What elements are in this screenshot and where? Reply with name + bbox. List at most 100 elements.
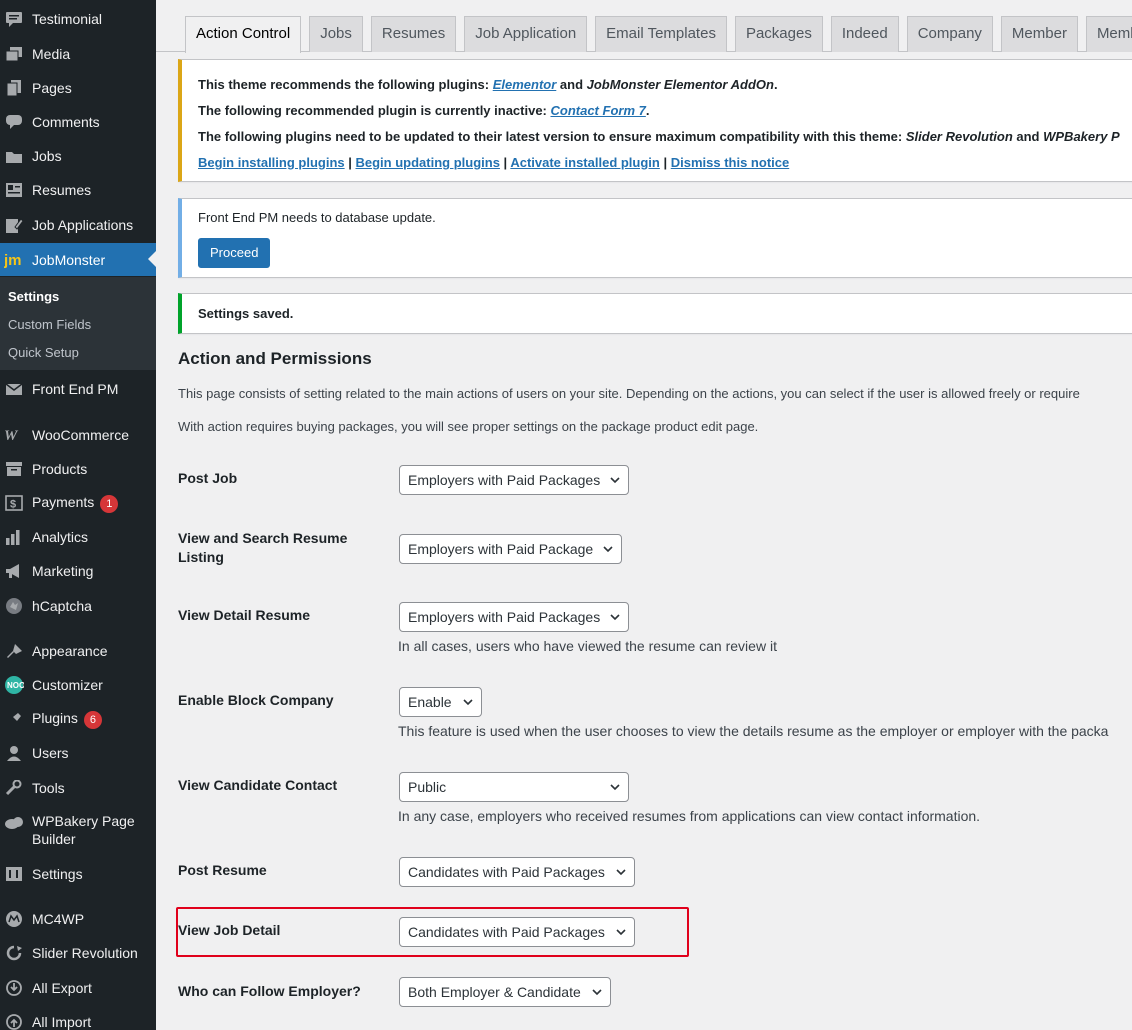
menu-label: Media xyxy=(32,46,71,62)
menu-label: JobMonster xyxy=(32,251,106,268)
settings-icon xyxy=(4,865,24,883)
menu-item-analytics[interactable]: Analytics xyxy=(0,522,156,552)
menu-item-pages[interactable]: Pages xyxy=(0,73,156,103)
menu-label: Products xyxy=(32,461,88,477)
tab-action-control[interactable]: Action Control xyxy=(185,16,302,53)
submenu-item-custom-fields[interactable]: Custom Fields xyxy=(8,317,91,332)
menu-item-customizer[interactable]: NOO Customizer xyxy=(0,670,156,700)
menu-label: Jobs xyxy=(32,148,62,164)
tab-packages[interactable]: Packages xyxy=(734,16,823,52)
menu-label: Tools xyxy=(32,780,65,796)
products-icon xyxy=(4,460,24,478)
payments-count-badge: 1 xyxy=(100,494,119,513)
submenu-item-settings[interactable]: Settings xyxy=(8,289,59,304)
contact-form-7-link[interactable]: Contact Form 7 xyxy=(551,103,646,118)
wpbakery-icon xyxy=(4,814,24,832)
proceed-button[interactable]: Proceed xyxy=(198,238,271,268)
jobmonster-logo-icon: jm xyxy=(4,251,24,269)
begin-updating-plugins-link[interactable]: Begin updating plugins xyxy=(356,155,500,170)
elementor-link[interactable]: Elementor xyxy=(493,77,557,92)
menu-item-woocommerce[interactable]: W WooCommerce xyxy=(0,420,156,450)
select-value: Employers with Paid Package xyxy=(408,541,594,557)
menu-item-plugins[interactable]: Plugins 6 xyxy=(0,704,156,734)
chevron-down-icon xyxy=(463,699,473,706)
view-candidate-contact-select[interactable]: Public xyxy=(399,772,629,802)
menu-item-slider-revolution[interactable]: Slider Revolution xyxy=(0,938,156,968)
enable-block-company-select[interactable]: Enable xyxy=(399,687,482,717)
marketing-icon xyxy=(4,562,24,580)
section-description: This page consists of setting related to… xyxy=(178,386,1080,401)
enable-block-company-label: Enable Block Company xyxy=(178,692,334,708)
begin-installing-plugins-link[interactable]: Begin installing plugins xyxy=(198,155,345,170)
tools-icon xyxy=(4,779,24,797)
menu-item-payments[interactable]: $ Payments 1 xyxy=(0,488,156,518)
follow-employer-select[interactable]: Both Employer & Candidate xyxy=(399,977,611,1007)
fepm-notice-text: Front End PM needs to database update. xyxy=(198,210,436,225)
plugins-icon xyxy=(4,710,24,728)
slider-revolution-icon xyxy=(4,944,24,962)
menu-item-wpbakery[interactable]: WPBakery Page Builder xyxy=(0,810,156,850)
menu-item-appearance[interactable]: Appearance xyxy=(0,636,156,666)
menu-item-tools[interactable]: Tools xyxy=(0,773,156,803)
menu-label: Marketing xyxy=(32,563,94,579)
activate-installed-plugin-link[interactable]: Activate installed plugin xyxy=(510,155,660,170)
notice-line-inactive: The following recommended plugin is curr… xyxy=(198,103,650,118)
select-value: Employers with Paid Packages xyxy=(408,609,601,625)
menu-item-hcaptcha[interactable]: hCaptcha xyxy=(0,591,156,621)
menu-item-front-end-pm[interactable]: Front End PM xyxy=(0,374,156,404)
menu-label: Pages xyxy=(32,80,72,96)
menu-item-testimonial[interactable]: Testimonial xyxy=(0,4,156,34)
tab-member[interactable]: Member xyxy=(1000,16,1078,52)
chevron-down-icon xyxy=(610,784,620,791)
pages-icon xyxy=(4,79,24,97)
post-resume-select[interactable]: Candidates with Paid Packages xyxy=(399,857,635,887)
post-resume-label: Post Resume xyxy=(178,862,267,878)
menu-item-comments[interactable]: Comments xyxy=(0,107,156,137)
menu-label: MC4WP xyxy=(32,911,85,927)
tab-job-application[interactable]: Job Application xyxy=(464,16,588,52)
chevron-down-icon xyxy=(616,869,626,876)
menu-item-all-export[interactable]: All Export xyxy=(0,973,156,1003)
settings-saved-text: Settings saved. xyxy=(198,306,294,321)
view-detail-resume-select[interactable]: Employers with Paid Packages xyxy=(399,602,629,632)
front-end-pm-notice: Front End PM needs to database update. P… xyxy=(178,198,1132,278)
menu-item-products[interactable]: Products xyxy=(0,454,156,484)
menu-label: Slider Revolution xyxy=(32,945,138,961)
comments-icon xyxy=(4,113,24,131)
menu-item-settings[interactable]: Settings xyxy=(0,859,156,889)
view-detail-resume-label: View Detail Resume xyxy=(178,607,311,623)
resumes-icon xyxy=(4,181,24,199)
menu-label: Testimonial xyxy=(32,11,103,27)
tab-jobs[interactable]: Jobs xyxy=(309,16,363,52)
menu-item-jobmonster[interactable]: jm JobMonster xyxy=(0,243,156,276)
menu-item-marketing[interactable]: Marketing xyxy=(0,556,156,586)
plugin-recommendation-notice: This theme recommends the following plug… xyxy=(178,59,1132,182)
view-job-detail-label: View Job Detail xyxy=(178,922,281,938)
view-job-detail-select[interactable]: Candidates with Paid Packages xyxy=(399,917,635,947)
view-candidate-contact-label: View Candidate Contact xyxy=(178,777,338,793)
menu-item-job-applications[interactable]: Job Applications xyxy=(0,210,156,240)
chevron-down-icon xyxy=(610,614,620,621)
menu-item-all-import[interactable]: All Import xyxy=(0,1007,156,1030)
woocommerce-icon: W xyxy=(4,426,24,444)
tab-resumes[interactable]: Resumes xyxy=(370,16,457,52)
tab-membership[interactable]: Memb xyxy=(1085,16,1132,52)
post-job-select[interactable]: Employers with Paid Packages xyxy=(399,465,629,495)
select-value: Candidates with Paid Packages xyxy=(408,924,605,940)
jobmonster-submenu: Settings Custom Fields Quick Setup xyxy=(0,277,156,370)
view-search-resume-select[interactable]: Employers with Paid Package xyxy=(399,534,622,564)
menu-label: Plugins 6 xyxy=(32,709,102,729)
menu-item-users[interactable]: Users xyxy=(0,738,156,768)
select-value: Both Employer & Candidate xyxy=(408,984,581,1000)
enable-block-company-description: This feature is used when the user choos… xyxy=(398,723,1109,739)
menu-item-resumes[interactable]: Resumes xyxy=(0,175,156,205)
tab-email-templates[interactable]: Email Templates xyxy=(595,16,727,52)
dismiss-notice-link[interactable]: Dismiss this notice xyxy=(671,155,789,170)
tab-company[interactable]: Company xyxy=(906,16,993,52)
submenu-item-quick-setup[interactable]: Quick Setup xyxy=(8,345,79,360)
menu-item-mc4wp[interactable]: MC4WP xyxy=(0,904,156,934)
menu-item-media[interactable]: Media xyxy=(0,39,156,69)
tab-indeed[interactable]: Indeed xyxy=(830,16,899,52)
notice-line-recommended: This theme recommends the following plug… xyxy=(198,77,778,92)
menu-item-jobs[interactable]: Jobs xyxy=(0,141,156,171)
